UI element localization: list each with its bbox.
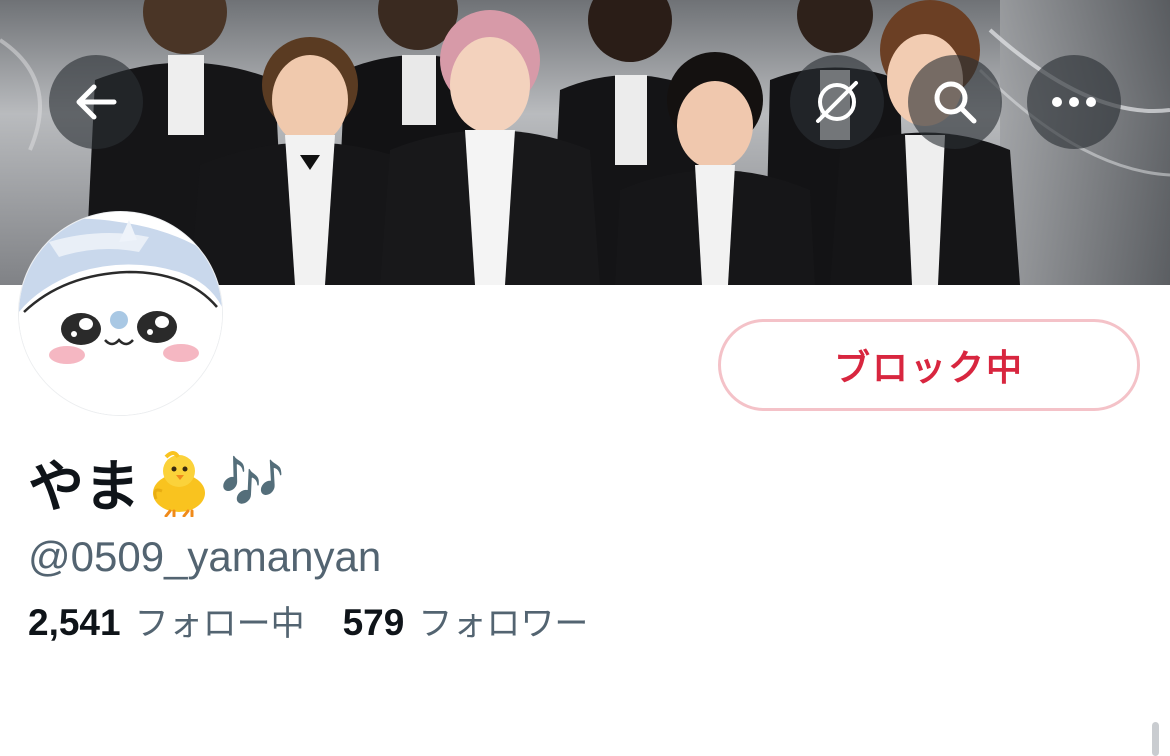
blocked-button[interactable]: ブロック中 xyxy=(718,319,1140,411)
music-notes-emoji: 🎶 xyxy=(220,452,285,513)
scrollbar[interactable] xyxy=(1152,722,1159,756)
followers-count: 579 xyxy=(342,602,405,643)
display-name: やま 🎶 xyxy=(28,442,285,522)
more-horizontal-icon xyxy=(1052,97,1096,107)
following-label: フォロー中 xyxy=(134,604,305,644)
display-name-text: やま xyxy=(28,454,140,520)
followers-label: フォロワー xyxy=(418,604,589,644)
avatar-image xyxy=(19,212,222,415)
following-count: 2,541 xyxy=(28,602,121,643)
baby-chick-emoji xyxy=(153,451,205,517)
no-link-icon xyxy=(816,81,858,123)
profile-avatar[interactable] xyxy=(19,212,222,415)
blocked-button-label: ブロック中 xyxy=(833,348,1024,389)
back-button[interactable] xyxy=(49,55,143,149)
search-button[interactable] xyxy=(908,55,1002,149)
arrow-left-icon xyxy=(76,84,117,120)
user-handle: @0509_yamanyan xyxy=(28,533,382,580)
blocked-link-button[interactable] xyxy=(790,55,884,149)
followers-link[interactable]: 579 フォロワー xyxy=(343,596,589,645)
following-link[interactable]: 2,541 フォロー中 xyxy=(28,596,305,645)
more-button[interactable] xyxy=(1027,55,1121,149)
follow-stats: 2,541 フォロー中 579 フォロワー xyxy=(28,596,588,645)
search-icon xyxy=(934,81,977,124)
